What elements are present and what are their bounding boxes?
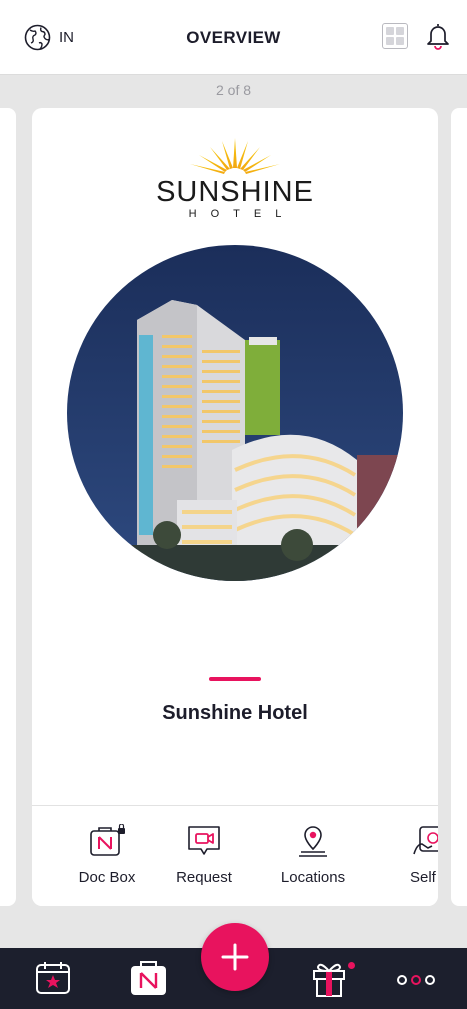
more-icon[interactable] [396, 974, 436, 986]
location-pin-icon [299, 826, 327, 857]
doc-box-icon [90, 824, 125, 856]
gift-icon[interactable] [312, 960, 346, 998]
top-bar: IN OVERVIEW [0, 0, 467, 75]
accent-divider [209, 677, 261, 681]
sun-rays-icon [190, 138, 280, 174]
action-bar: Doc Box Request Locations Self [32, 805, 438, 906]
hotel-logo: SUNSHINE HOTEL [32, 136, 438, 226]
hotel-name: Sunshine Hotel [162, 702, 308, 724]
request-button[interactable]: Request [154, 806, 254, 906]
self-service-button[interactable]: Self S [380, 806, 438, 906]
video-request-icon [188, 826, 220, 855]
add-button[interactable] [201, 923, 269, 991]
hotel-photo [67, 245, 403, 581]
logo-wordmark: SUNSHINE [156, 176, 314, 208]
doc-box-button[interactable]: Doc Box [57, 806, 157, 906]
doc-box-nav-icon[interactable] [130, 960, 167, 996]
bell-icon[interactable] [425, 22, 451, 50]
grid-cell [386, 27, 394, 35]
locations-button[interactable]: Locations [263, 806, 363, 906]
calendar-star-icon[interactable] [35, 960, 71, 996]
self-service-icon [413, 826, 438, 855]
locations-label: Locations [280, 869, 346, 886]
grid-cell [386, 37, 394, 45]
grid-cell [396, 27, 404, 35]
next-card[interactable] [451, 108, 467, 906]
self-service-label: Self S [410, 869, 438, 886]
grid-cell [396, 37, 404, 45]
page-indicator: 2 of 8 [215, 82, 252, 98]
hotel-card[interactable]: SUNSHINE HOTEL Sunshine Hotel Doc Box Re… [32, 108, 438, 906]
add-icon [221, 943, 249, 971]
previous-card[interactable] [0, 108, 16, 906]
notification-dot [348, 962, 355, 969]
grid-view-button[interactable] [382, 23, 408, 49]
logo-subtitle: HOTEL [188, 208, 296, 220]
